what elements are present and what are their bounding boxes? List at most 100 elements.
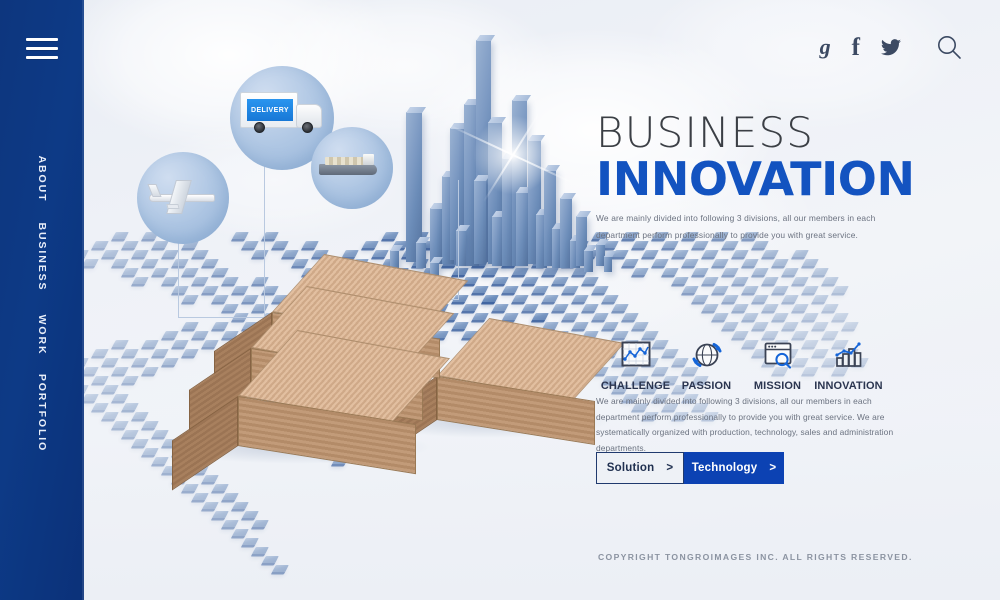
header-social-icons: g f — [820, 34, 962, 60]
hero-lead-paragraph: We are mainly divided into following 3 d… — [596, 213, 876, 240]
twitter-icon[interactable] — [881, 38, 901, 56]
map-tile — [152, 268, 169, 275]
solution-button-label: Solution — [606, 462, 655, 474]
map-tile — [142, 367, 159, 374]
map-tile — [102, 358, 119, 365]
sidebar-item-label: ABOUT — [36, 155, 48, 203]
sidebar-item-business[interactable]: BUSINESS — [0, 218, 84, 296]
feature-list: CHALLENGE PASSION MISSION INNOVATION — [600, 336, 884, 392]
sidebar-item-work[interactable]: WORK — [0, 296, 84, 374]
map-tile — [122, 241, 139, 248]
skyline-building — [584, 250, 593, 272]
browser-search-icon — [742, 336, 813, 374]
feature-passion[interactable]: PASSION — [671, 336, 742, 392]
map-tile — [122, 430, 139, 437]
solution-button[interactable]: Solution > — [596, 452, 684, 484]
sidebar-item-label: PORTFOLIO — [36, 373, 48, 453]
sidebar-item-portfolio[interactable]: PORTFOLIO — [0, 374, 84, 452]
map-tile — [182, 484, 199, 491]
map-tile — [512, 295, 529, 302]
truck-delivery-label: DELIVERY — [251, 106, 289, 114]
sidebar-item-about[interactable]: ABOUT — [0, 140, 84, 218]
map-tile — [232, 502, 249, 509]
map-tile — [492, 277, 509, 284]
map-tile — [152, 457, 169, 464]
map-tile — [84, 250, 89, 257]
feature-label: PASSION — [681, 380, 732, 392]
map-tile — [84, 259, 99, 266]
map-tile — [492, 304, 509, 311]
map-tile — [202, 502, 219, 509]
map-tile — [512, 268, 529, 275]
map-tile — [242, 538, 259, 545]
skyline-building — [474, 180, 486, 264]
map-tile — [142, 448, 159, 455]
map-tile — [522, 277, 539, 284]
map-tile — [162, 250, 179, 257]
airplane-callout[interactable] — [137, 152, 229, 244]
map-tile — [84, 394, 99, 401]
feature-challenge[interactable]: CHALLENGE — [600, 336, 671, 392]
cargo-ship-callout[interactable] — [311, 127, 393, 209]
map-tile — [112, 259, 129, 266]
map-tile — [502, 286, 519, 293]
map-tile — [262, 556, 279, 563]
map-tile — [562, 286, 579, 293]
map-tile — [122, 403, 139, 410]
map-tile — [132, 439, 149, 446]
map-tile — [122, 349, 139, 356]
feature-label: INNOVATION — [814, 380, 883, 392]
shipping-container — [162, 330, 451, 491]
search-icon[interactable] — [936, 34, 962, 60]
technology-button[interactable]: Technology > — [684, 452, 784, 484]
map-tile — [462, 304, 479, 311]
google-plus-icon[interactable]: g — [820, 36, 831, 58]
map-tile — [112, 232, 129, 239]
sidebar-nav: ABOUT BUSINESS WORK PORTFOLIO — [0, 140, 84, 453]
map-tile — [212, 511, 229, 518]
map-tile — [132, 250, 149, 257]
airplane-icon — [147, 180, 215, 214]
technology-button-label: Technology — [691, 462, 758, 474]
feature-label: MISSION — [753, 380, 802, 392]
map-tile — [532, 286, 549, 293]
map-tile — [142, 340, 159, 347]
feature-innovation[interactable]: INNOVATION — [813, 336, 884, 392]
map-tile — [102, 385, 119, 392]
map-tile — [542, 268, 559, 275]
cargo-ship-icon — [319, 153, 381, 175]
map-tile — [552, 277, 569, 284]
facebook-icon[interactable]: f — [852, 35, 860, 60]
map-tile — [152, 349, 169, 356]
map-tile — [92, 403, 109, 410]
map-tile — [302, 241, 319, 248]
map-tile — [112, 340, 129, 347]
map-tile — [542, 295, 559, 302]
map-tile — [482, 295, 499, 302]
feature-mission[interactable]: MISSION — [742, 336, 813, 392]
map-tile — [242, 511, 259, 518]
map-tile — [142, 259, 159, 266]
map-tile — [132, 277, 149, 284]
hamburger-menu-icon[interactable] — [26, 38, 58, 60]
globe-refresh-icon — [671, 336, 742, 374]
map-tile — [522, 304, 539, 311]
line-chart-frame-icon — [600, 336, 671, 374]
sidebar-item-label: WORK — [36, 314, 48, 356]
map-tile — [112, 367, 129, 374]
map-tile — [102, 250, 119, 257]
sidebar-item-label: BUSINESS — [36, 222, 48, 292]
map-tile — [552, 304, 569, 311]
map-tile — [112, 394, 129, 401]
map-tile — [102, 412, 119, 419]
page-root: DELIVERY ABOUT BUSINESS WORK PORTFOLIO g… — [0, 0, 1000, 600]
map-tile — [112, 421, 129, 428]
map-tile — [132, 412, 149, 419]
map-tile — [122, 376, 139, 383]
map-tile — [162, 277, 179, 284]
page-title-line1: BUSINESS — [596, 108, 815, 157]
sidebar: ABOUT BUSINESS WORK PORTFOLIO — [0, 0, 84, 600]
map-tile — [152, 430, 169, 437]
map-tile — [272, 565, 289, 572]
page-title-line2: INNOVATION — [596, 152, 915, 206]
